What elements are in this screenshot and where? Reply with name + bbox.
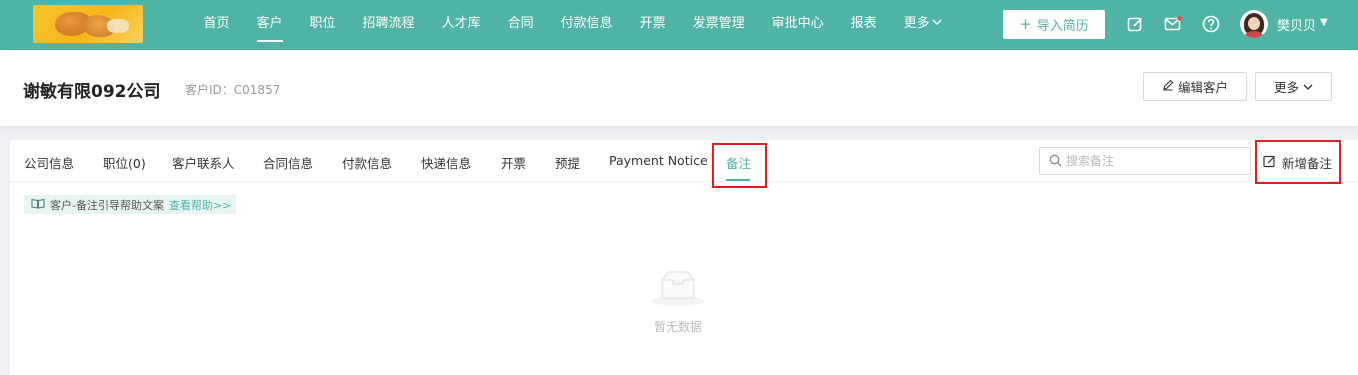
tab-positions[interactable]: 职位(0): [103, 153, 146, 172]
nav-item-recruit-flow[interactable]: 招聘流程: [349, 0, 428, 50]
nav-item-home[interactable]: 首页: [190, 0, 243, 50]
nav-item-approval[interactable]: 审批中心: [758, 0, 837, 50]
mail-icon[interactable]: [1163, 14, 1183, 34]
tab-contract-info[interactable]: 合同信息: [263, 153, 313, 172]
plus-icon: +: [1019, 15, 1032, 33]
tab-accrual[interactable]: 预提: [555, 153, 580, 172]
customer-detail-panel: 公司信息 职位(0) 客户联系人 合同信息 付款信息 快递信息 开票 预提 Pa…: [10, 140, 1358, 375]
top-nav-bar: 首页 客户 职位 招聘流程 人才库 合同 付款信息 开票 发票管理 审批中心 报…: [0, 0, 1358, 50]
nav-item-invoicing[interactable]: 开票: [626, 0, 679, 50]
edit-customer-button[interactable]: 编辑客户: [1143, 72, 1247, 101]
user-avatar[interactable]: [1240, 10, 1268, 38]
help-text: 客户-备注引导帮助文案: [50, 198, 164, 212]
nav-item-reports[interactable]: 报表: [837, 0, 890, 50]
help-circle-icon[interactable]: [1201, 14, 1221, 34]
customer-id: 客户ID：C01857: [185, 83, 281, 97]
highlight-box-notes-tab: [712, 143, 767, 188]
help-guide-bar: 客户-备注引导帮助文案 查看帮助>>: [24, 195, 236, 214]
customer-header: 谢敏有限092公司 客户ID：C01857 编辑客户 更多: [0, 50, 1358, 126]
tab-payment-info[interactable]: 付款信息: [342, 153, 392, 172]
nav-item-invoice-mgmt[interactable]: 发票管理: [679, 0, 758, 50]
search-notes-field[interactable]: [1039, 147, 1251, 175]
tab-invoicing[interactable]: 开票: [501, 153, 526, 172]
more-actions-button[interactable]: 更多: [1255, 72, 1332, 101]
tab-express-info[interactable]: 快递信息: [421, 153, 471, 172]
nav-item-payment-info[interactable]: 付款信息: [547, 0, 626, 50]
tab-company-info[interactable]: 公司信息: [24, 153, 74, 172]
search-notes-input[interactable]: [1066, 154, 1236, 168]
brand-logo[interactable]: [33, 5, 143, 43]
chevron-down-icon: [932, 1, 942, 49]
view-help-link[interactable]: 查看帮助>>: [169, 197, 231, 213]
chevron-down-icon: [1303, 79, 1313, 94]
book-icon: [31, 198, 45, 212]
empty-inbox-icon: [650, 268, 706, 308]
main-nav: 首页 客户 职位 招聘流程 人才库 合同 付款信息 开票 发票管理 审批中心 报…: [190, 0, 955, 50]
nav-item-contract[interactable]: 合同: [494, 0, 547, 50]
nav-item-more[interactable]: 更多: [890, 0, 955, 50]
company-name: 谢敏有限092公司: [23, 82, 161, 102]
edit-note-icon[interactable]: [1125, 14, 1145, 34]
tab-payment-notice[interactable]: Payment Notice: [609, 153, 708, 168]
nav-item-positions[interactable]: 职位: [296, 0, 349, 50]
nav-item-talent-pool[interactable]: 人才库: [428, 0, 494, 50]
import-resume-button[interactable]: + 导入简历: [1003, 10, 1105, 39]
search-icon: [1049, 152, 1062, 171]
highlight-box-add-note: [1255, 140, 1341, 184]
nav-item-customer[interactable]: 客户: [243, 0, 296, 50]
caret-down-icon[interactable]: ▼: [1320, 17, 1328, 28]
empty-state-text: 暂无数据: [653, 320, 702, 334]
detail-tabs: 公司信息 职位(0) 客户联系人 合同信息 付款信息 快递信息 开票 预提 Pa…: [10, 140, 1358, 188]
tab-contacts[interactable]: 客户联系人: [172, 153, 235, 172]
pencil-icon: [1162, 79, 1174, 94]
user-name[interactable]: 樊贝贝: [1277, 15, 1316, 34]
